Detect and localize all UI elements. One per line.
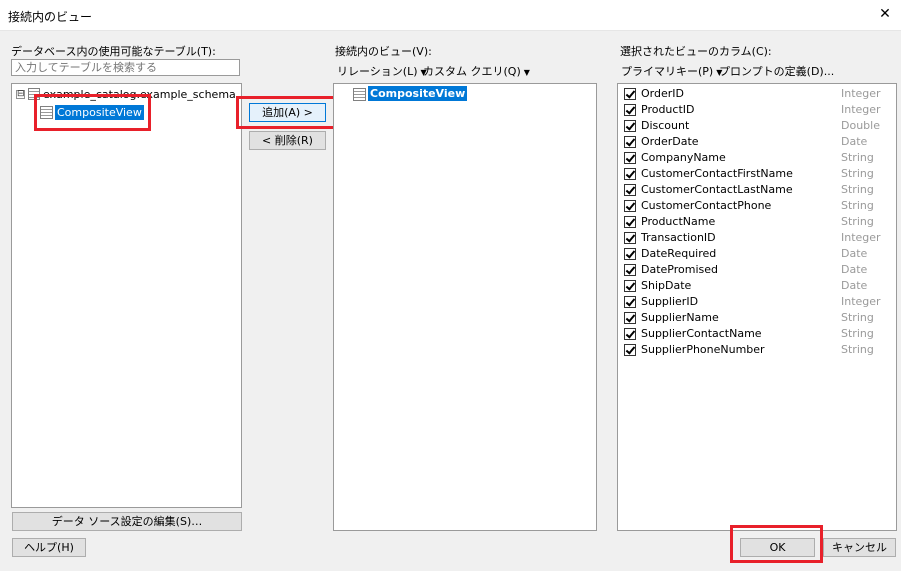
column-checkbox[interactable]	[624, 232, 636, 244]
column-name: ShipDate	[641, 279, 692, 292]
view-item-compositeview[interactable]: CompositeView	[368, 86, 468, 101]
custom-query-menu[interactable]: カスタム クエリ(Q) ▼	[423, 63, 530, 79]
column-name: CompanyName	[641, 151, 726, 164]
column-name: OrderID	[641, 87, 684, 100]
view-icon	[353, 88, 366, 101]
column-name: SupplierID	[641, 295, 699, 308]
column-type: Date	[841, 135, 868, 148]
column-row[interactable]: ProductName String	[624, 215, 894, 231]
edit-datasource-button[interactable]: データ ソース設定の編集(S)…	[12, 512, 242, 531]
add-button[interactable]: 追加(A) >	[249, 103, 326, 122]
close-icon[interactable]: ✕	[877, 6, 893, 22]
primary-key-menu[interactable]: プライマリキー(P) ▼	[621, 63, 722, 79]
column-type: Double	[841, 119, 880, 132]
column-type: Integer	[841, 87, 881, 100]
relation-menu-label: リレーション(L)	[337, 65, 418, 78]
window-title: 接続内のビュー	[8, 10, 93, 24]
collapse-icon[interactable]: ⊟	[16, 90, 25, 99]
column-name: ProductID	[641, 103, 695, 116]
column-row[interactable]: SupplierName String	[624, 311, 894, 327]
column-checkbox[interactable]	[624, 168, 636, 180]
column-checkbox[interactable]	[624, 344, 636, 356]
column-row[interactable]: CustomerContactFirstName String	[624, 167, 894, 183]
column-checkbox[interactable]	[624, 280, 636, 292]
column-type: String	[841, 215, 874, 228]
column-checkbox[interactable]	[624, 216, 636, 228]
column-name: CustomerContactFirstName	[641, 167, 793, 180]
column-row[interactable]: DatePromised Date	[624, 263, 894, 279]
ok-button[interactable]: OK	[740, 538, 815, 557]
help-button[interactable]: ヘルプ(H)	[12, 538, 86, 557]
prompt-definition-button[interactable]: プロンプトの定義(D)...	[719, 63, 834, 79]
column-row[interactable]: SupplierContactName String	[624, 327, 894, 343]
column-checkbox[interactable]	[624, 136, 636, 148]
column-type: String	[841, 151, 874, 164]
column-checkbox[interactable]	[624, 88, 636, 100]
column-row[interactable]: ShipDate Date	[624, 279, 894, 295]
column-type: Date	[841, 279, 868, 292]
column-type: Integer	[841, 103, 881, 116]
views-label: 接続内のビュー(V):	[335, 45, 432, 58]
column-checkbox[interactable]	[624, 120, 636, 132]
column-type: Integer	[841, 231, 881, 244]
column-type: Integer	[841, 295, 881, 308]
column-row[interactable]: OrderID Integer	[624, 87, 894, 103]
column-row[interactable]: CompanyName String	[624, 151, 894, 167]
column-checkbox[interactable]	[624, 248, 636, 260]
column-row[interactable]: SupplierID Integer	[624, 295, 894, 311]
cancel-button[interactable]: キャンセル	[823, 538, 896, 557]
column-name: DateRequired	[641, 247, 717, 260]
views-list[interactable]: CompositeView	[333, 83, 597, 531]
column-checkbox[interactable]	[624, 296, 636, 308]
column-checkbox[interactable]	[624, 184, 636, 196]
column-row[interactable]: ProductID Integer	[624, 103, 894, 119]
column-type: Date	[841, 263, 868, 276]
schema-icon	[28, 88, 40, 100]
column-type: String	[841, 199, 874, 212]
tree-item-compositeview[interactable]: CompositeView	[55, 105, 144, 120]
column-type: String	[841, 327, 874, 340]
column-type: String	[841, 343, 874, 356]
column-checkbox[interactable]	[624, 328, 636, 340]
column-type: String	[841, 167, 874, 180]
available-tables-tree[interactable]: ⊟ example_catalog.example_schema Composi…	[11, 83, 242, 508]
column-type: Date	[841, 247, 868, 260]
table-search-input[interactable]	[11, 59, 240, 76]
column-name: Discount	[641, 119, 690, 132]
column-type: String	[841, 311, 874, 324]
column-name: ProductName	[641, 215, 716, 228]
column-row[interactable]: DateRequired Date	[624, 247, 894, 263]
column-checkbox[interactable]	[624, 312, 636, 324]
column-name: CustomerContactPhone	[641, 199, 772, 212]
column-row[interactable]: SupplierPhoneNumber String	[624, 343, 894, 359]
title-bar: 接続内のビュー ✕	[0, 0, 901, 31]
remove-button[interactable]: < 削除(R)	[249, 131, 326, 150]
column-name: SupplierName	[641, 311, 719, 324]
column-checkbox[interactable]	[624, 152, 636, 164]
column-name: CustomerContactLastName	[641, 183, 793, 196]
column-name: TransactionID	[641, 231, 716, 244]
chevron-down-icon: ▼	[523, 68, 530, 77]
column-type: String	[841, 183, 874, 196]
custom-query-menu-label: カスタム クエリ(Q)	[423, 65, 521, 78]
tree-root-schema[interactable]: example_catalog.example_schema	[43, 88, 236, 101]
column-row[interactable]: Discount Double	[624, 119, 894, 135]
available-tables-label: データベース内の使用可能なテーブル(T):	[11, 45, 216, 58]
column-row[interactable]: CustomerContactPhone String	[624, 199, 894, 215]
column-row[interactable]: OrderDate Date	[624, 135, 894, 151]
column-name: DatePromised	[641, 263, 718, 276]
columns-label: 選択されたビューのカラム(C):	[620, 45, 772, 58]
column-checkbox[interactable]	[624, 200, 636, 212]
column-name: OrderDate	[641, 135, 699, 148]
relation-menu[interactable]: リレーション(L) ▼	[337, 63, 427, 79]
primary-key-menu-label: プライマリキー(P)	[621, 65, 714, 78]
column-row[interactable]: TransactionID Integer	[624, 231, 894, 247]
columns-list[interactable]: OrderID Integer ProductID Integer Discount Do…	[617, 83, 897, 531]
column-checkbox[interactable]	[624, 104, 636, 116]
column-name: SupplierContactName	[641, 327, 762, 340]
column-name: SupplierPhoneNumber	[641, 343, 765, 356]
table-icon	[40, 106, 53, 119]
column-row[interactable]: CustomerContactLastName String	[624, 183, 894, 199]
column-checkbox[interactable]	[624, 264, 636, 276]
